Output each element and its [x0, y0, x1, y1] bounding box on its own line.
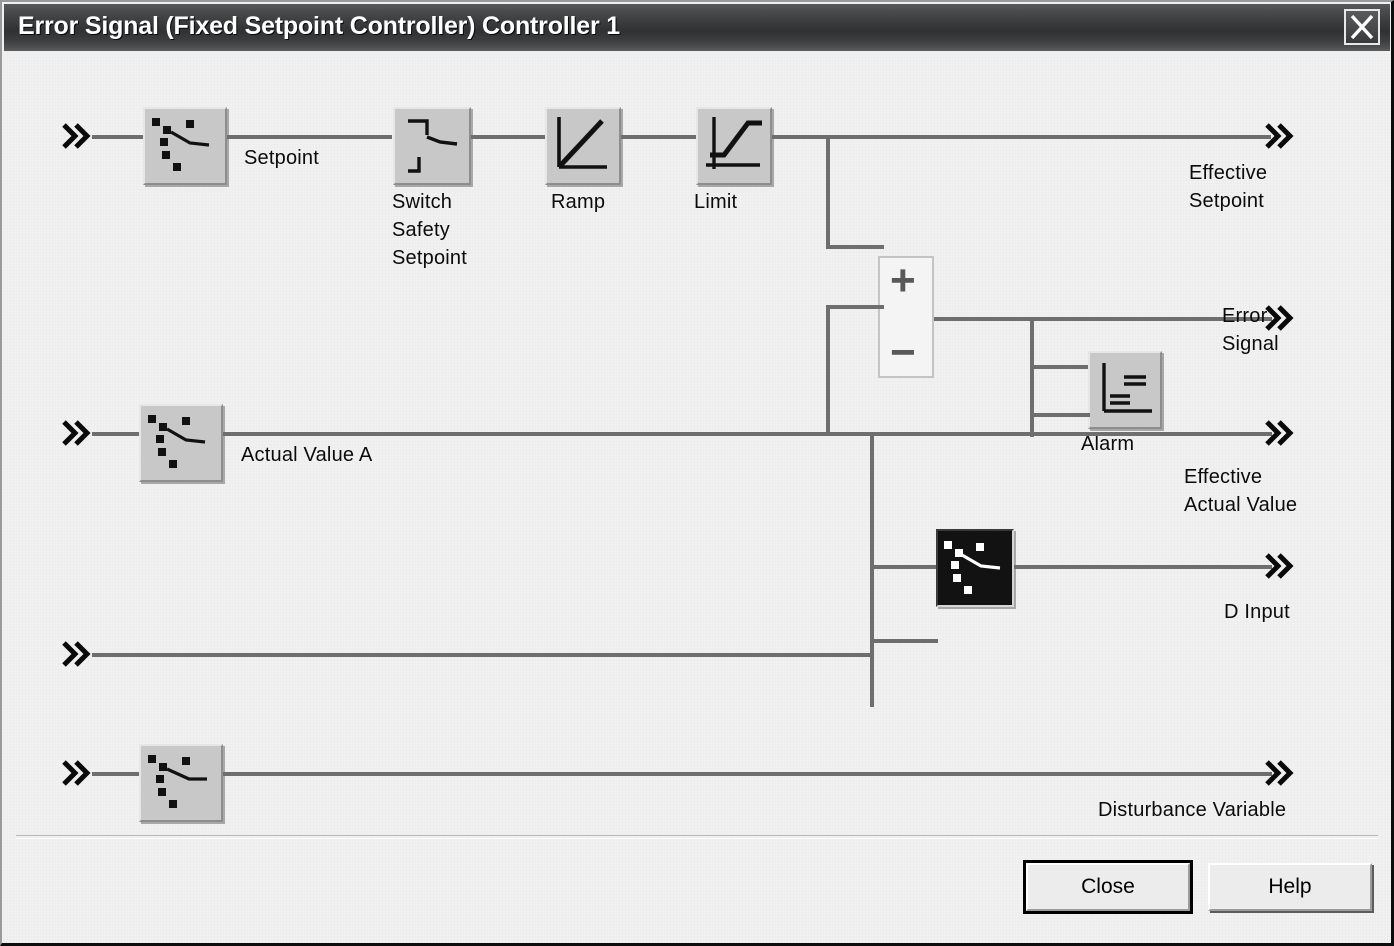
block-diagram: Setpoint Switch Safety Setpoint Ramp Lim… — [4, 51, 1390, 836]
close-button-footer[interactable]: Close — [1023, 860, 1193, 914]
close-icon — [1350, 14, 1374, 40]
label-limit: Limit — [694, 191, 738, 213]
wire-d-input-lower — [870, 639, 938, 643]
block-ramp[interactable] — [545, 107, 621, 185]
chevron-double-right-icon — [62, 123, 91, 149]
wire-setpoint-in — [92, 135, 143, 139]
summing-plus-sign: + — [890, 256, 916, 305]
effective-actual-value-output-arrow — [1262, 416, 1296, 450]
block-setpoint[interactable] — [143, 107, 227, 185]
label-ramp: Ramp — [551, 191, 606, 213]
block-d-input-selector[interactable] — [936, 529, 1014, 607]
wire-to-sum-minus — [826, 305, 884, 309]
wire-disturbance-bus — [223, 772, 1272, 776]
wire-error-into-alarm — [1030, 365, 1090, 369]
wire-disturbance-in — [92, 772, 139, 776]
disturbance-variable-output-arrow — [1262, 756, 1296, 790]
chevron-double-right-icon — [1265, 553, 1294, 579]
selector-switch-icon — [148, 415, 206, 468]
block-limit[interactable] — [696, 107, 772, 185]
chevron-double-right-icon — [62, 760, 91, 786]
block-actual-value-a[interactable] — [139, 404, 223, 482]
wire-actual-value-in — [92, 432, 139, 436]
chevron-double-right-icon — [1265, 760, 1294, 786]
chevron-double-right-icon — [1265, 420, 1294, 446]
limit-icon — [706, 117, 762, 169]
dialog-client-area: Setpoint Switch Safety Setpoint Ramp Lim… — [4, 51, 1390, 943]
wire-alarm-input-lower — [1030, 413, 1090, 417]
block-disturbance-selector[interactable] — [139, 744, 223, 822]
wire-setpoint-to-switch — [227, 135, 392, 139]
wire-switch-to-ramp — [471, 135, 545, 139]
alarm-threshold-icon — [1102, 363, 1152, 413]
wire-d-input-upper — [870, 565, 938, 569]
wire-d-input-out — [1014, 565, 1272, 569]
selector-switch-icon — [944, 541, 1001, 594]
window-title: Error Signal (Fixed Setpoint Controller)… — [18, 12, 620, 40]
summing-minus-sign: − — [890, 328, 916, 377]
wire-limit-to-effective-setpoint — [772, 135, 1271, 139]
setpoint-input-arrow — [59, 119, 93, 153]
step-switch-icon — [408, 119, 458, 173]
label-effective-setpoint: Effective Setpoint — [1189, 162, 1268, 212]
wire-branch-alarm-second-input — [1030, 365, 1034, 437]
wire-actual-value-bus — [223, 432, 1272, 436]
label-error-signal: Error Signal — [1222, 305, 1279, 355]
wire-branch-setpoint-down — [826, 135, 830, 249]
wire-to-sum-plus — [826, 245, 884, 249]
label-d-input: D Input — [1224, 601, 1290, 623]
label-actual-value-a: Actual Value A — [241, 444, 373, 466]
dialog-window: Error Signal (Fixed Setpoint Controller)… — [0, 0, 1394, 946]
footer-separator — [16, 835, 1378, 839]
effective-setpoint-output-arrow — [1262, 119, 1296, 153]
wire-branch-error-to-alarm — [1030, 317, 1034, 369]
block-switch-safety-setpoint[interactable] — [393, 107, 471, 185]
wire-d-secondary-bus — [92, 653, 874, 657]
wire-ramp-to-limit — [621, 135, 696, 139]
label-setpoint: Setpoint — [244, 147, 319, 169]
label-effective-actual-value: Effective Actual Value — [1184, 466, 1298, 516]
label-disturbance-variable: Disturbance Variable — [1098, 799, 1287, 821]
help-button[interactable]: Help — [1208, 863, 1372, 911]
chevron-double-right-icon — [62, 420, 91, 446]
wire-branch-actual-down-to-d — [870, 432, 874, 707]
chevron-double-right-icon — [1265, 123, 1294, 149]
d-input-output-arrow — [1262, 549, 1296, 583]
disturbance-input-arrow — [59, 756, 93, 790]
close-button[interactable] — [1344, 9, 1380, 45]
actual-value-input-arrow — [59, 416, 93, 450]
chevron-double-right-icon — [62, 641, 91, 667]
selector-switch-icon — [152, 118, 210, 171]
selector-switch-icon — [148, 755, 207, 808]
block-alarm[interactable] — [1088, 351, 1162, 429]
label-switch-safety-setpoint: Switch Safety Setpoint — [392, 191, 467, 269]
title-bar: Error Signal (Fixed Setpoint Controller)… — [4, 4, 1390, 51]
ramp-icon — [557, 117, 607, 169]
wire-branch-actual-up-to-sum — [826, 305, 830, 436]
d-input-secondary-input-arrow — [59, 637, 93, 671]
